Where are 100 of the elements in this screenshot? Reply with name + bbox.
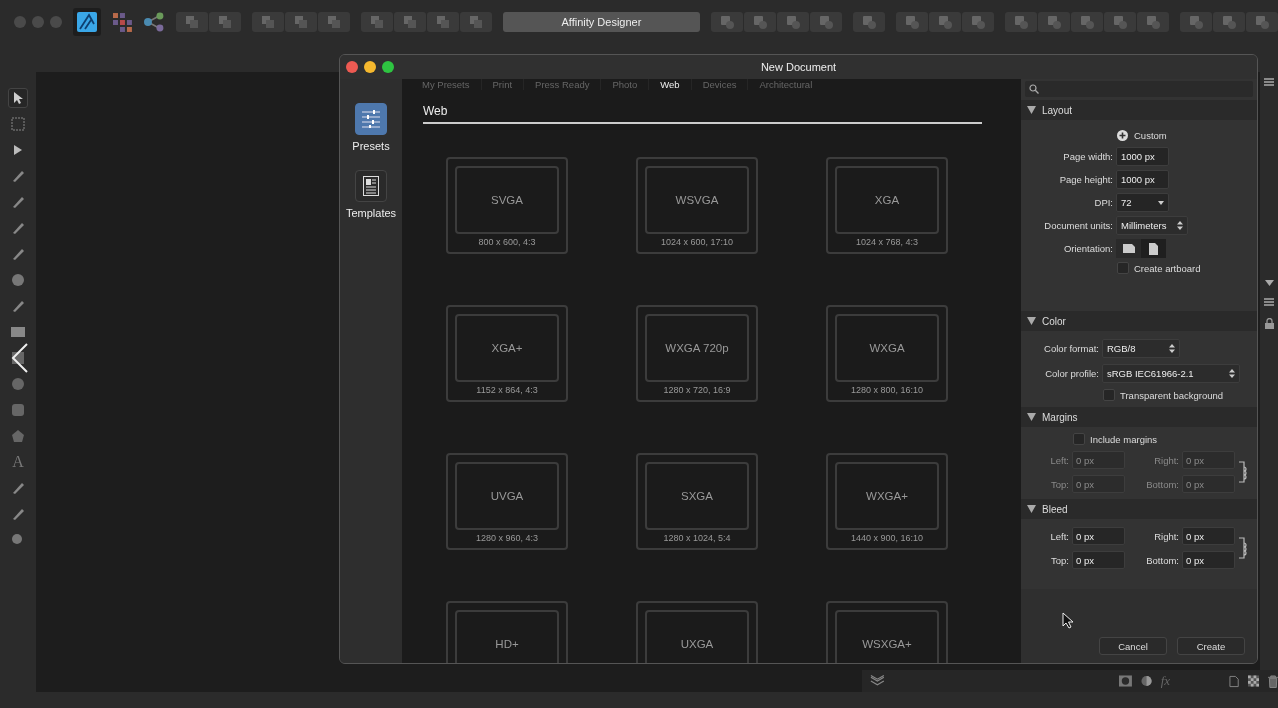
- section-header[interactable]: Layout: [1021, 100, 1257, 120]
- category-heading: Web: [423, 104, 982, 124]
- toolbar-button[interactable]: [853, 12, 885, 32]
- page-icon[interactable]: [1228, 674, 1239, 688]
- toolbar-button[interactable]: [426, 12, 459, 32]
- create-button[interactable]: Create: [1177, 637, 1245, 655]
- circle-icon: [10, 376, 26, 392]
- preset-name: WXGA 720p: [645, 314, 749, 382]
- input-field[interactable]: Millimeters: [1116, 216, 1188, 235]
- toolbar-button[interactable]: [744, 12, 776, 32]
- shapes-icon: [970, 14, 986, 30]
- toolbar-button[interactable]: [459, 12, 492, 32]
- preset-size: 1280 x 720, 16:9: [662, 385, 732, 395]
- caret-icon[interactable]: [1264, 280, 1274, 286]
- input-field[interactable]: 1000 px: [1116, 170, 1169, 189]
- close-button[interactable]: [346, 61, 358, 73]
- half-circle-icon[interactable]: [1140, 675, 1152, 687]
- link-icon[interactable]: [1239, 537, 1247, 559]
- input-field[interactable]: 0 px: [1072, 527, 1125, 545]
- toolbar-button[interactable]: [896, 12, 928, 32]
- sidebar-item[interactable]: Templates: [345, 170, 397, 219]
- toolbar-button[interactable]: [1038, 12, 1070, 32]
- minimize-button[interactable]: [364, 61, 376, 73]
- preset-tile[interactable]: XGA 1024 x 768, 4:3: [826, 157, 948, 254]
- field-label: Document units:: [1043, 220, 1113, 231]
- checkbox-label: Include margins: [1090, 433, 1158, 445]
- custom-button[interactable]: Custom: [1117, 127, 1167, 143]
- layers-icon[interactable]: [870, 674, 885, 688]
- trash-icon[interactable]: [1267, 674, 1278, 688]
- toolbar-button[interactable]: [284, 12, 317, 32]
- circle-icon: [10, 272, 26, 288]
- search-field[interactable]: [1025, 81, 1253, 97]
- preset-name: XGA+: [455, 314, 559, 382]
- preset-tile[interactable]: HD+: [446, 601, 568, 663]
- landscape-button[interactable]: [1116, 239, 1141, 258]
- toolbar-button[interactable]: [1104, 12, 1136, 32]
- toolbar-button[interactable]: [711, 12, 743, 32]
- toolbar-button[interactable]: [175, 12, 208, 32]
- input-field[interactable]: 0 px: [1072, 551, 1125, 569]
- preset-size: 1280 x 1024, 5:4: [662, 533, 732, 543]
- field-label: Page height:: [1058, 174, 1113, 185]
- squares-icon: [401, 14, 418, 30]
- toolbar-button[interactable]: [929, 12, 961, 32]
- shapes-icon: [1013, 14, 1029, 30]
- mask-icon[interactable]: [1118, 675, 1132, 687]
- checkbox[interactable]: [1117, 262, 1129, 274]
- toolbar-button[interactable]: [1213, 12, 1245, 32]
- preset-tile[interactable]: XGA+ 1152 x 864, 4:3: [446, 305, 568, 402]
- preset-tile[interactable]: WXGA+ 1440 x 900, 16:10: [826, 453, 948, 550]
- preset-tile[interactable]: WXGA 1280 x 800, 16:10: [826, 305, 948, 402]
- shapes-icon: [1254, 14, 1270, 30]
- zoom-button[interactable]: [382, 61, 394, 73]
- preset-tile[interactable]: WSVGA 1024 x 600, 17:10: [636, 157, 758, 254]
- shapes-icon: [904, 14, 920, 30]
- toolbar-button[interactable]: [1137, 12, 1169, 32]
- toolbar-button[interactable]: [317, 12, 350, 32]
- toolbar-button[interactable]: [1180, 12, 1212, 32]
- close-button[interactable]: [14, 16, 26, 28]
- preset-tile[interactable]: SVGA 800 x 600, 4:3: [446, 157, 568, 254]
- section-header[interactable]: Color: [1021, 311, 1257, 331]
- input-field[interactable]: 0 px: [1182, 551, 1235, 569]
- caret-icon: [1158, 200, 1164, 205]
- link-icon[interactable]: [1239, 461, 1247, 483]
- checkerboard-icon[interactable]: [1247, 675, 1259, 687]
- chevron-left-icon[interactable]: [11, 342, 29, 374]
- pixel-grid-icon[interactable]: [112, 12, 132, 32]
- shapes-icon: [785, 14, 801, 30]
- menu-icon[interactable]: [1264, 78, 1274, 86]
- section-header[interactable]: Bleed: [1021, 499, 1257, 519]
- toolbar-button[interactable]: [962, 12, 994, 32]
- preset-tile[interactable]: SXGA 1280 x 1024, 5:4: [636, 453, 758, 550]
- cancel-button[interactable]: Cancel: [1099, 637, 1167, 655]
- toolbar-button[interactable]: [360, 12, 393, 32]
- toolbar-button[interactable]: [1005, 12, 1037, 32]
- preset-tile[interactable]: UVGA 1280 x 960, 4:3: [446, 453, 568, 550]
- menu-icon[interactable]: [1264, 298, 1274, 306]
- toolbar-button[interactable]: [208, 12, 241, 32]
- input-field[interactable]: RGB/8: [1102, 339, 1180, 358]
- toolbar-button[interactable]: [1246, 12, 1278, 32]
- tab[interactable]: Web: [649, 79, 692, 90]
- preset-tile[interactable]: UXGA: [636, 601, 758, 663]
- toolbar-button[interactable]: [810, 12, 842, 32]
- toolbar-button[interactable]: [251, 12, 284, 32]
- portrait-button[interactable]: [1141, 239, 1166, 258]
- pentagon-icon: [10, 428, 26, 444]
- tool-button[interactable]: [8, 88, 28, 108]
- toolbar-button[interactable]: [393, 12, 426, 32]
- share-icon[interactable]: [142, 12, 165, 32]
- input-field[interactable]: 72: [1116, 193, 1169, 212]
- preset-tile[interactable]: WSXGA+: [826, 601, 948, 663]
- input-field[interactable]: 1000 px: [1116, 147, 1169, 166]
- checkbox[interactable]: [1103, 389, 1115, 401]
- input-field[interactable]: sRGB IEC61966-2.1: [1102, 364, 1240, 383]
- stepper-icon: [1177, 221, 1183, 230]
- input-field[interactable]: 0 px: [1182, 527, 1235, 545]
- toolbar-button[interactable]: [1071, 12, 1103, 32]
- lock-icon[interactable]: [1264, 318, 1274, 329]
- preset-tile[interactable]: WXGA 720p 1280 x 720, 16:9: [636, 305, 758, 402]
- toolbar-button[interactable]: [777, 12, 809, 32]
- app-logo-icon[interactable]: [73, 8, 101, 36]
